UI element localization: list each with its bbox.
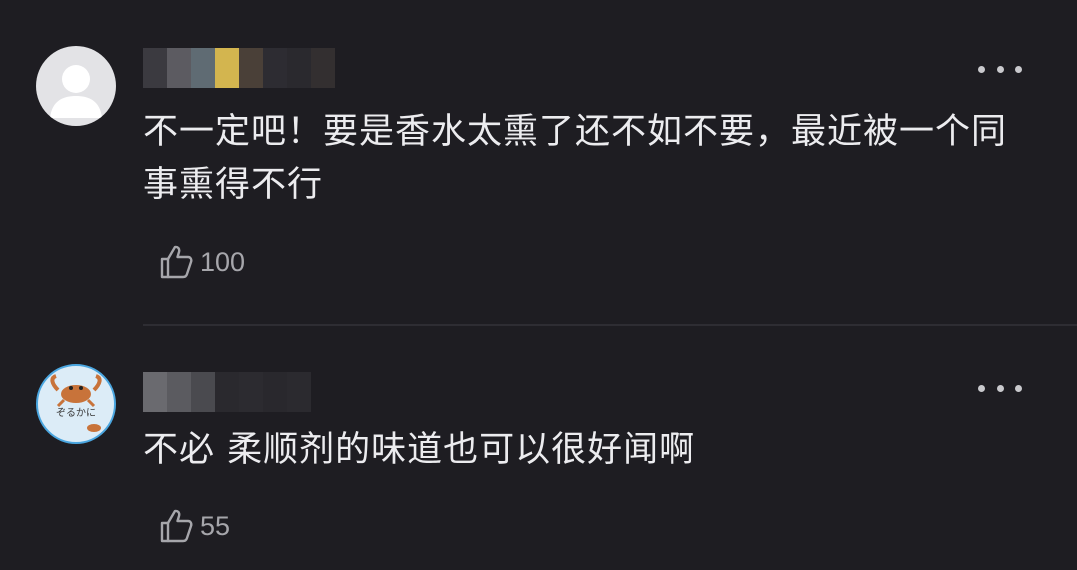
avatar[interactable] bbox=[36, 46, 116, 126]
more-options-button[interactable] bbox=[978, 57, 1022, 81]
like-count: 100 bbox=[200, 246, 246, 277]
username-redacted[interactable] bbox=[143, 48, 335, 88]
more-options-icon bbox=[978, 384, 985, 392]
more-options-icon bbox=[978, 65, 985, 73]
thumbs-up-icon bbox=[160, 509, 193, 543]
svg-text:ぞるかに: ぞるかに bbox=[56, 407, 96, 419]
like-button[interactable]: 100 bbox=[156, 240, 245, 284]
comment-item: ぞるかに 不必 柔顺剂的味道也可以很好闻啊 55 bbox=[0, 326, 1077, 570]
comment-text: 不一定吧！要是香水太熏了还不如不要，最近被一个同事熏得不行 bbox=[143, 112, 1008, 205]
default-user-icon bbox=[50, 65, 102, 118]
comment-list: 不一定吧！要是香水太熏了还不如不要，最近被一个同事熏得不行 100 ぞるかに 不… bbox=[0, 0, 1077, 570]
comment-text: 不必 柔顺剂的味道也可以很好闻啊 bbox=[143, 430, 696, 470]
comment-item: 不一定吧！要是香水太熏了还不如不要，最近被一个同事熏得不行 100 bbox=[0, 0, 1077, 324]
thumbs-up-icon bbox=[160, 245, 193, 279]
username-redacted[interactable] bbox=[143, 372, 311, 412]
crab-avatar-icon: ぞるかに bbox=[50, 374, 102, 432]
more-options-button[interactable] bbox=[978, 376, 1022, 400]
avatar[interactable]: ぞるかに bbox=[36, 364, 116, 444]
like-count: 55 bbox=[200, 510, 231, 541]
like-button[interactable]: 55 bbox=[156, 504, 230, 548]
